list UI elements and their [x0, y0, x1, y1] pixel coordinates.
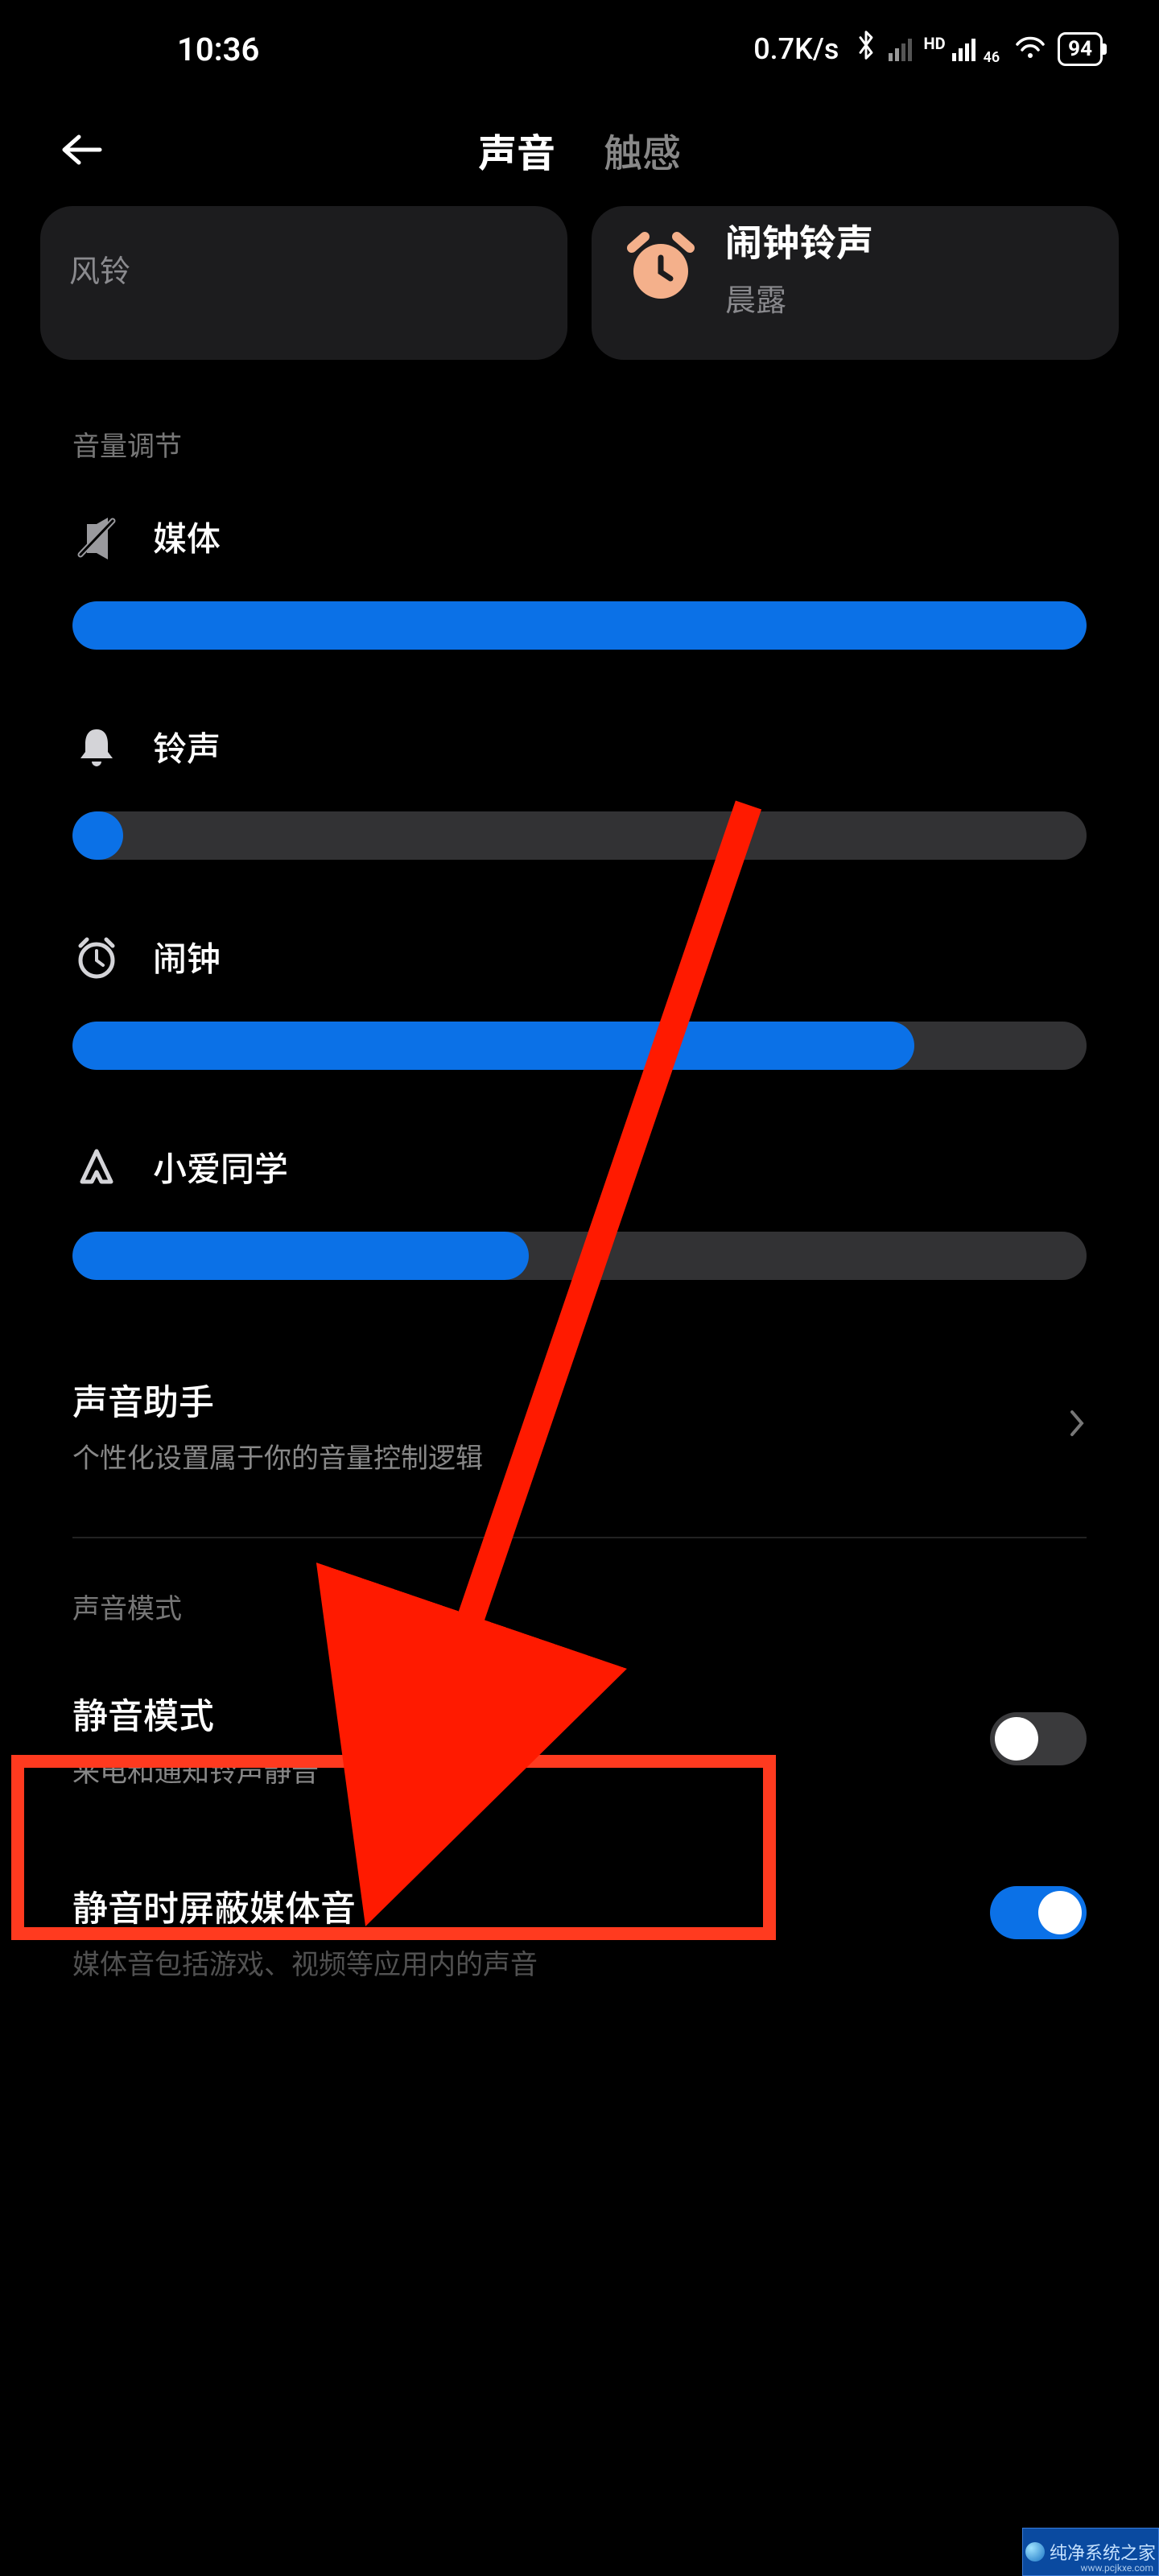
header-tabs: 声音 触感	[478, 122, 681, 178]
ringtone-cards: ▁▁▁▁▁▁ 风铃 闹钟铃声 晨露	[0, 206, 1159, 360]
volume-ringtone-slider[interactable]	[72, 811, 1087, 860]
silent-mode-title: 静音模式	[72, 1687, 1087, 1739]
section-volume-label: 音量调节	[0, 360, 1159, 480]
signal-icon	[952, 37, 975, 61]
watermark: 纯净系统之家 www.pcjkxe.com	[1022, 2528, 1159, 2576]
card-truncated-title: ▁▁▁▁▁▁	[69, 214, 538, 230]
globe-icon	[1025, 2542, 1045, 2562]
alarm-icon	[72, 933, 121, 981]
slider-fill	[72, 811, 123, 860]
silent-media-toggle[interactable]	[990, 1886, 1087, 1939]
volume-alarm: 闹钟	[0, 860, 1159, 1070]
xiaoai-icon	[72, 1143, 121, 1191]
back-button[interactable]	[48, 118, 113, 182]
chevron-right-icon	[1067, 1407, 1087, 1443]
volume-media-label: 媒体	[153, 512, 221, 561]
sound-assistant-subtitle: 个性化设置属于你的音量控制逻辑	[72, 1436, 1087, 1476]
card-right-subtitle: 晨露	[725, 275, 873, 320]
watermark-url: www.pcjkxe.com	[1081, 2562, 1153, 2574]
volume-media: 媒体	[0, 480, 1159, 650]
card-left-subtitle: 风铃	[69, 246, 538, 291]
volume-ringtone: 铃声	[0, 650, 1159, 860]
volume-alarm-label: 闹钟	[153, 932, 221, 981]
card-alarm-tone[interactable]: 闹钟铃声 晨露	[592, 206, 1119, 360]
sound-assistant-title: 声音助手	[72, 1373, 1087, 1425]
signal-sub: 46	[984, 49, 1000, 66]
wifi-icon	[1014, 31, 1046, 68]
divider	[72, 1537, 1087, 1538]
card-right-title: 闹钟铃声	[725, 214, 873, 267]
hd-label: HD	[923, 35, 945, 52]
toggle-knob	[1038, 1891, 1082, 1934]
header: 声音 触感	[0, 85, 1159, 206]
bluetooth-icon	[855, 29, 877, 69]
battery-icon: 94	[1058, 32, 1103, 66]
signal-weak-icon	[889, 37, 912, 61]
watermark-text: 纯净系统之家	[1050, 2539, 1156, 2565]
sound-assistant-row[interactable]: 声音助手 个性化设置属于你的音量控制逻辑	[0, 1328, 1159, 1521]
tab-sound[interactable]: 声音	[478, 122, 555, 178]
annotation-highlight-box	[11, 1755, 776, 1940]
status-bar: 10:36 0.7K/s HD 46 94	[0, 0, 1159, 85]
media-muted-icon	[72, 513, 121, 561]
status-time: 10:36	[56, 31, 259, 68]
volume-ringtone-label: 铃声	[153, 722, 221, 771]
silent-mode-toggle[interactable]	[990, 1712, 1087, 1765]
slider-fill	[72, 601, 1087, 650]
volume-alarm-slider[interactable]	[72, 1022, 1087, 1070]
volume-xiaoai-label: 小爱同学	[153, 1142, 288, 1191]
volume-media-slider[interactable]	[72, 601, 1087, 650]
status-right: 0.7K/s HD 46 94	[753, 29, 1103, 69]
network-speed: 0.7K/s	[753, 32, 839, 66]
toggle-knob	[995, 1717, 1038, 1761]
alarm-clock-icon	[621, 227, 701, 308]
slider-fill	[72, 1232, 529, 1280]
volume-xiaoai-slider[interactable]	[72, 1232, 1087, 1280]
section-mode-label: 声音模式	[0, 1554, 1159, 1642]
silent-media-subtitle: 媒体音包括游戏、视频等应用内的声音	[72, 1942, 1087, 1982]
tab-haptics[interactable]: 触感	[604, 122, 681, 178]
card-notification-tone[interactable]: ▁▁▁▁▁▁ 风铃	[40, 206, 567, 360]
slider-fill	[72, 1022, 914, 1070]
bell-icon	[72, 723, 121, 771]
volume-xiaoai: 小爱同学	[0, 1070, 1159, 1280]
